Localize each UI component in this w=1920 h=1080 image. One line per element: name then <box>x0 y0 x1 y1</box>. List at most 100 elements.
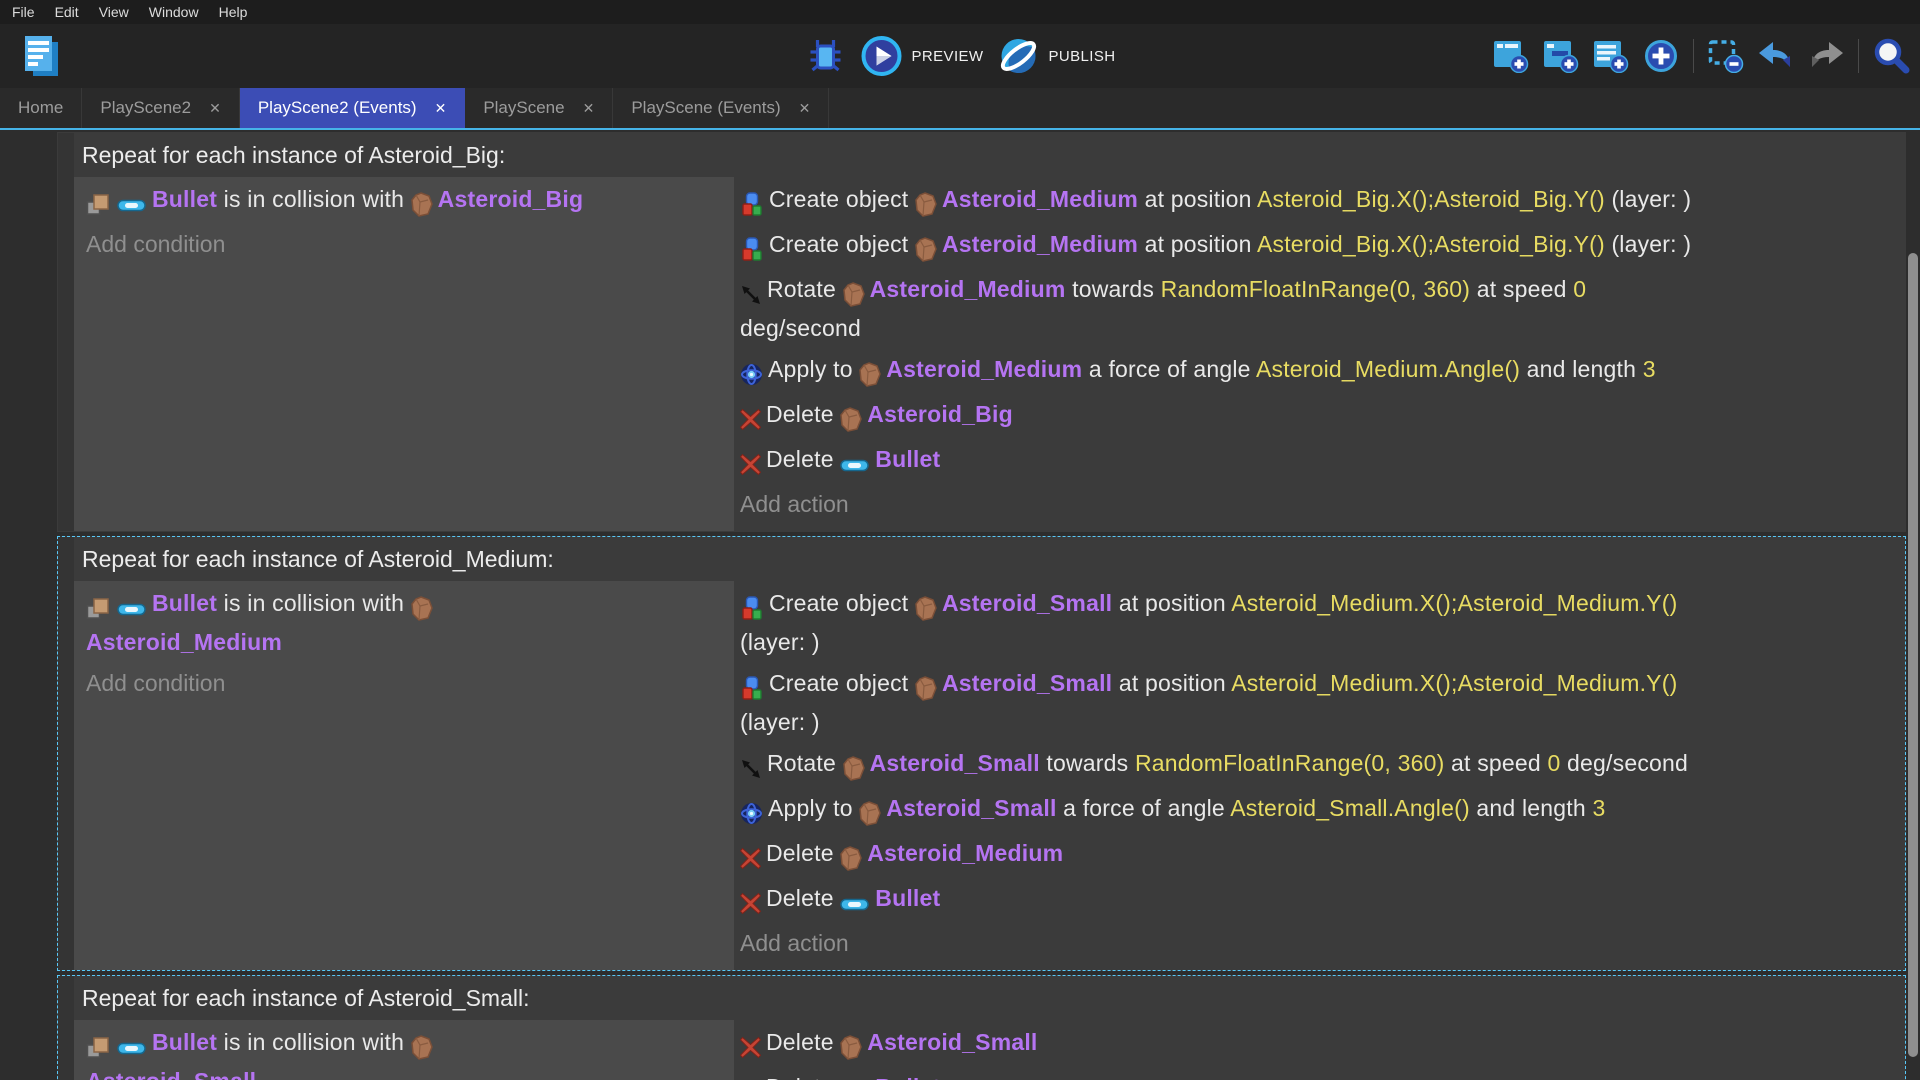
action-instruction[interactable]: Apply to Asteroid_Medium a force of angl… <box>740 349 1895 394</box>
add-circle-button[interactable] <box>1640 32 1682 80</box>
collision-icon <box>86 1029 112 1064</box>
event-block[interactable]: Repeat for each instance of Asteroid_Big… <box>57 132 1906 532</box>
scrollbar-thumb[interactable] <box>1908 253 1918 1057</box>
add-action-button[interactable]: Add action <box>740 923 1895 964</box>
tab-playscene2-events[interactable]: PlayScene2 (Events) ✕ <box>239 88 466 128</box>
add-comment-button[interactable] <box>1590 32 1632 80</box>
close-icon[interactable]: ✕ <box>583 100 595 117</box>
select-remove-button[interactable] <box>1705 32 1747 80</box>
instruction-text: at speed <box>1470 276 1574 302</box>
instruction-text: a force of angle <box>1056 795 1231 821</box>
instruction-text: at speed <box>1444 750 1548 776</box>
instruction-text: is in collision with <box>217 590 411 616</box>
expression-text: 3 <box>1642 356 1656 382</box>
preview-label: PREVIEW <box>911 47 984 65</box>
publish-button[interactable]: PUBLISH <box>997 35 1115 77</box>
menu-edit[interactable]: Edit <box>45 4 89 20</box>
add-condition-button[interactable]: Add condition <box>86 663 726 704</box>
instruction-text: and length <box>1469 795 1593 821</box>
close-icon[interactable]: ✕ <box>435 100 447 117</box>
event-drag-handle[interactable] <box>58 133 74 531</box>
object-name: Asteroid_Small <box>86 1068 256 1080</box>
menu-help[interactable]: Help <box>209 4 258 20</box>
menu-file[interactable]: File <box>2 4 45 20</box>
action-instruction[interactable]: Create object Asteroid_Small at position… <box>740 663 1895 743</box>
delete-icon <box>740 885 761 920</box>
instruction-text: Delete <box>766 1029 841 1055</box>
add-subevent-button[interactable] <box>1540 32 1582 80</box>
condition-instruction[interactable]: Bullet is in collision with Asteroid_Sma… <box>86 1022 726 1080</box>
action-instruction[interactable]: Rotate Asteroid_Small towards RandomFloa… <box>740 743 1895 788</box>
bullet-icon <box>840 446 870 481</box>
debug-button[interactable] <box>805 32 847 80</box>
action-instruction[interactable]: Delete Bullet <box>740 878 1895 923</box>
instruction-text: at position <box>1137 186 1257 212</box>
project-manager-button[interactable] <box>22 34 62 78</box>
add-event-button[interactable] <box>1490 32 1532 80</box>
condition-instruction[interactable]: Bullet is in collision with Asteroid_Big <box>86 179 726 224</box>
bullet-icon <box>840 885 870 920</box>
action-instruction[interactable]: Apply to Asteroid_Small a force of angle… <box>740 788 1895 833</box>
asteroid-icon <box>915 186 937 221</box>
event-header[interactable]: Repeat for each instance of Asteroid_Sma… <box>74 976 1905 1020</box>
action-instruction[interactable]: Create object Asteroid_Medium at positio… <box>740 179 1895 224</box>
action-instruction[interactable]: Create object Asteroid_Small at position… <box>740 583 1895 663</box>
instruction-text: is in collision with <box>217 1029 411 1055</box>
tab-home[interactable]: Home <box>0 88 83 128</box>
condition-instruction[interactable]: Bullet is in collision with Asteroid_Med… <box>86 583 726 663</box>
search-button[interactable] <box>1870 32 1912 80</box>
event-header[interactable]: Repeat for each instance of Asteroid_Big… <box>74 133 1905 177</box>
preview-button[interactable]: PREVIEW <box>861 35 984 77</box>
action-instruction[interactable]: Delete Asteroid_Big <box>740 394 1895 439</box>
add-action-button[interactable]: Add action <box>740 484 1895 525</box>
object-name: Asteroid_Small <box>886 795 1057 821</box>
close-icon[interactable]: ✕ <box>799 100 811 117</box>
preview-icon <box>861 35 903 77</box>
action-instruction[interactable]: Delete Asteroid_Medium <box>740 833 1895 878</box>
menu-window[interactable]: Window <box>139 4 209 20</box>
instruction-text: Rotate <box>767 276 843 302</box>
expression-text: Asteroid_Big.X();Asteroid_Big.Y() <box>1256 186 1605 212</box>
action-instruction[interactable]: Delete Asteroid_Small <box>740 1022 1895 1067</box>
menu-view[interactable]: View <box>89 4 139 20</box>
tab-playscene[interactable]: PlayScene ✕ <box>465 88 614 128</box>
delete-icon <box>740 446 761 481</box>
event-drag-handle[interactable] <box>58 976 74 1080</box>
create-icon <box>740 670 764 705</box>
publish-icon <box>997 35 1039 77</box>
rotate-icon <box>740 750 762 785</box>
undo-icon <box>1756 40 1796 72</box>
action-instruction[interactable]: Create object Asteroid_Medium at positio… <box>740 224 1895 269</box>
toolbar-center-group: PREVIEW PUBLISH <box>805 24 1116 88</box>
instruction-text: Create object <box>769 186 915 212</box>
redo-button[interactable] <box>1805 32 1847 80</box>
object-name: Bullet <box>875 885 941 911</box>
action-instruction[interactable]: Delete Bullet <box>740 1067 1895 1080</box>
instruction-text: Delete <box>766 1074 840 1080</box>
object-name: Asteroid_Small <box>867 1029 1038 1055</box>
undo-button[interactable] <box>1755 32 1797 80</box>
tab-playscene2[interactable]: PlayScene2 ✕ <box>82 88 240 128</box>
object-name: Asteroid_Small <box>869 750 1040 776</box>
add-circle-icon <box>1643 38 1679 74</box>
event-block[interactable]: Repeat for each instance of Asteroid_Med… <box>57 536 1906 971</box>
event-drag-handle[interactable] <box>58 537 74 970</box>
action-instruction[interactable]: Delete Bullet <box>740 439 1895 484</box>
instruction-text: towards <box>1039 750 1135 776</box>
select-remove-icon <box>1708 39 1744 73</box>
event-header[interactable]: Repeat for each instance of Asteroid_Med… <box>74 537 1905 581</box>
conditions-column: Bullet is in collision with Asteroid_Med… <box>74 581 734 970</box>
instruction-text: Create object <box>769 590 915 616</box>
add-condition-button[interactable]: Add condition <box>86 224 726 265</box>
close-icon[interactable]: ✕ <box>209 100 221 117</box>
asteroid-icon <box>410 1029 433 1064</box>
asteroid-icon <box>859 356 882 391</box>
event-block[interactable]: Repeat for each instance of Asteroid_Sma… <box>57 975 1906 1080</box>
bullet-icon <box>117 590 147 625</box>
tab-playscene-events[interactable]: PlayScene (Events) ✕ <box>613 88 830 128</box>
object-name: Asteroid_Medium <box>86 629 282 655</box>
instruction-text: at position <box>1112 670 1232 696</box>
asteroid-icon <box>859 795 882 830</box>
expression-text: Asteroid_Medium.Angle() <box>1255 356 1521 382</box>
action-instruction[interactable]: Rotate Asteroid_Medium towards RandomFlo… <box>740 269 1895 349</box>
